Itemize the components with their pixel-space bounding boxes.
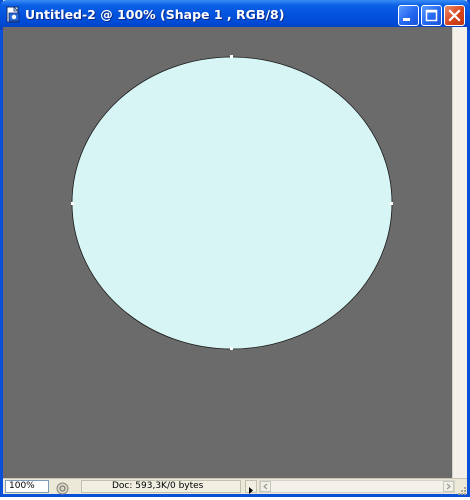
- status-bar: 100% Doc: 593,3K/0 bytes: [3, 478, 467, 495]
- close-icon: [448, 9, 461, 22]
- scroll-left-button[interactable]: [260, 481, 271, 492]
- arrow-left-icon: [263, 483, 268, 490]
- maximize-button[interactable]: [421, 5, 442, 26]
- minimize-button[interactable]: [398, 5, 419, 26]
- arrow-right-icon: [446, 483, 451, 490]
- minimize-icon: [403, 18, 410, 21]
- status-menu-button[interactable]: [245, 480, 257, 494]
- document-canvas[interactable]: [3, 27, 452, 478]
- ellipse-shape[interactable]: [71, 56, 393, 350]
- resize-grip-icon[interactable]: [457, 481, 467, 495]
- zoom-level-field[interactable]: 100%: [5, 480, 49, 493]
- maximize-icon: [425, 9, 438, 22]
- scroll-right-button[interactable]: [443, 481, 454, 492]
- title-bar[interactable]: Untitled-2 @ 100% (Shape 1 , RGB/8): [0, 0, 470, 30]
- triangle-right-icon: [249, 487, 253, 494]
- document-window: Untitled-2 @ 100% (Shape 1 , RGB/8) 100%…: [0, 0, 470, 497]
- horizontal-scrollbar[interactable]: [259, 480, 455, 493]
- navigator-icon[interactable]: [56, 480, 69, 495]
- window-title: Untitled-2 @ 100% (Shape 1 , RGB/8): [25, 7, 285, 22]
- document-size-info: Doc: 593,3K/0 bytes: [81, 480, 241, 493]
- photoshop-document-icon[interactable]: [6, 6, 22, 23]
- vertical-scrollbar[interactable]: [452, 27, 467, 478]
- close-button[interactable]: [444, 5, 465, 26]
